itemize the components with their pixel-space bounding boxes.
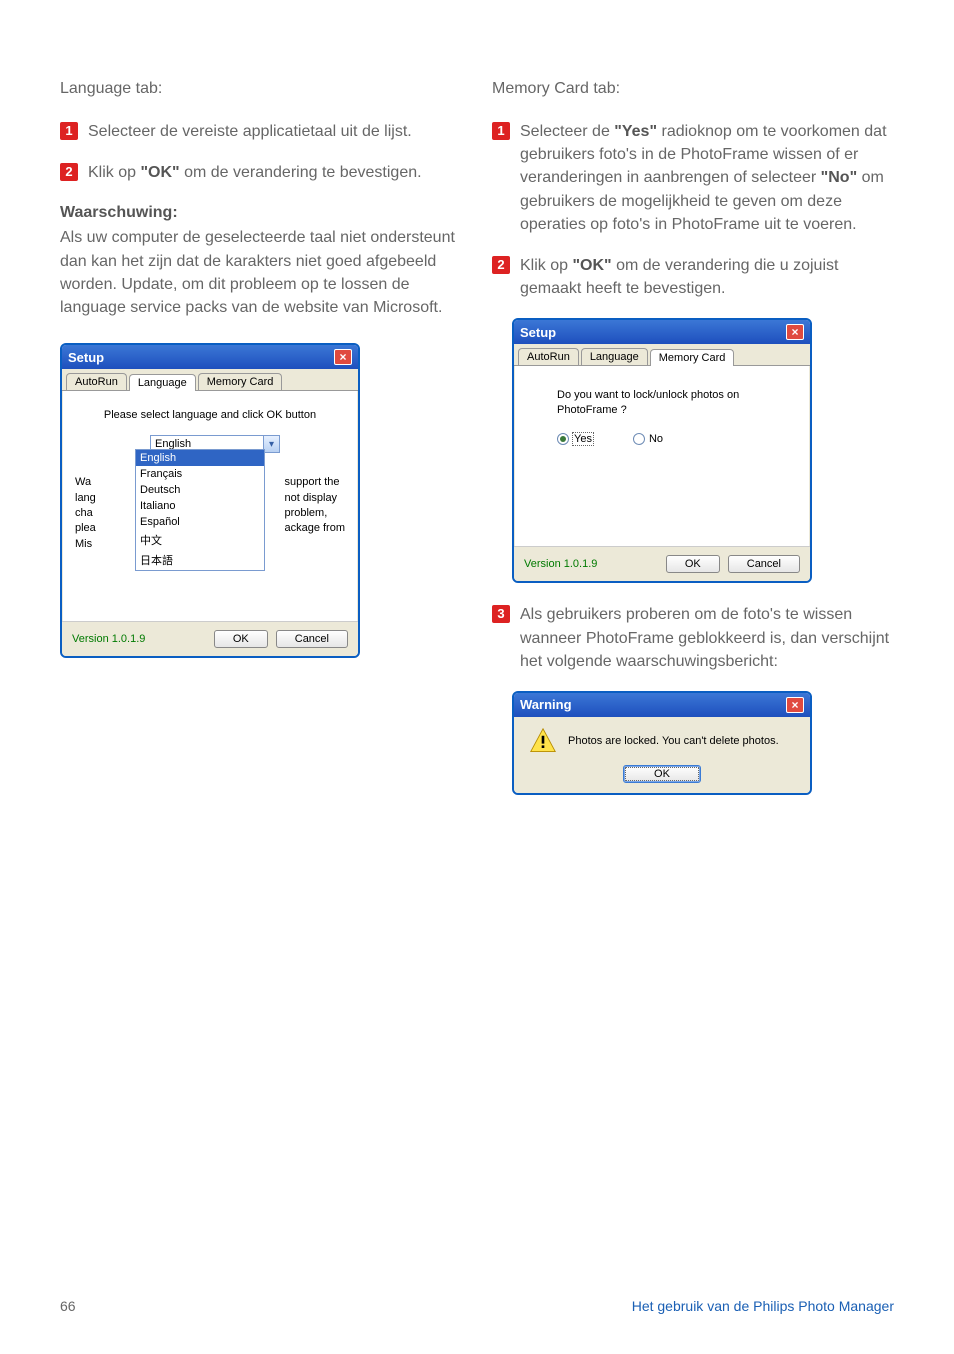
step-number: 2 <box>492 256 510 274</box>
tab-language[interactable]: Language <box>129 374 196 391</box>
version-label: Version 1.0.1.9 <box>524 558 597 570</box>
tab-autorun[interactable]: AutoRun <box>66 373 127 390</box>
step-text: Selecteer de vereiste applicatietaal uit… <box>88 120 412 143</box>
step-number: 1 <box>492 122 510 140</box>
tab-body-language: Please select language and click OK butt… <box>62 391 358 621</box>
step-number: 1 <box>60 122 78 140</box>
tab-memorycard[interactable]: Memory Card <box>650 349 735 366</box>
setup-dialog-language: Setup × AutoRun Language Memory Card Ple… <box>60 343 360 658</box>
dialog-title: Setup <box>68 350 104 365</box>
dialog-title: Warning <box>520 697 572 712</box>
page-footer: 66 Het gebruik van de Philips Photo Mana… <box>60 1298 894 1314</box>
tab-row: AutoRun Language Memory Card <box>514 344 810 366</box>
warning-message: Photos are locked. You can't delete phot… <box>568 735 779 747</box>
cancel-button[interactable]: Cancel <box>276 630 348 648</box>
right-step-2: 2 Klik op "OK" om de verandering die u z… <box>492 254 894 300</box>
language-prompt: Please select language and click OK butt… <box>75 409 345 421</box>
tab-body-memorycard: Do you want to lock/unlock photos on Pho… <box>514 366 810 546</box>
dialog-footer: Version 1.0.1.9 OK Cancel <box>62 621 358 656</box>
version-label: Version 1.0.1.9 <box>72 633 145 645</box>
footer-section: Het gebruik van de Philips Photo Manager <box>632 1298 894 1314</box>
close-icon[interactable]: × <box>334 349 352 365</box>
lang-option[interactable]: Français <box>136 466 264 482</box>
memorycard-tab-heading: Memory Card tab: <box>492 80 894 98</box>
close-icon[interactable]: × <box>786 697 804 713</box>
warning-body: Photos are locked. You can't delete phot… <box>514 717 810 793</box>
left-step-1: 1 Selecteer de vereiste applicatietaal u… <box>60 120 462 143</box>
left-column: Language tab: 1 Selecteer de vereiste ap… <box>60 80 462 815</box>
obscured-text-left: Wa lang cha plea Mis <box>75 475 96 552</box>
dialog-titlebar: Setup × <box>62 345 358 369</box>
step-text: Klik op "OK" om de verandering te bevest… <box>88 161 422 184</box>
right-column: Memory Card tab: 1 Selecteer de "Yes" ra… <box>492 80 894 815</box>
radio-no-label: No <box>649 433 663 445</box>
setup-dialog-memorycard: Setup × AutoRun Language Memory Card Do … <box>512 318 812 583</box>
ok-button[interactable]: OK <box>666 555 720 573</box>
step-number: 2 <box>60 163 78 181</box>
lang-option[interactable]: Italiano <box>136 498 264 514</box>
language-tab-heading: Language tab: <box>60 80 462 98</box>
dialog-titlebar: Setup × <box>514 320 810 344</box>
dialog-footer: Version 1.0.1.9 OK Cancel <box>514 546 810 581</box>
tab-autorun[interactable]: AutoRun <box>518 348 579 365</box>
radio-no[interactable]: No <box>633 433 663 445</box>
lang-option[interactable]: 中文 <box>136 530 264 550</box>
cancel-button[interactable]: Cancel <box>728 555 800 573</box>
lang-option[interactable]: Deutsch <box>136 482 264 498</box>
warning-dialog: Warning × Photos are locked. You can't d… <box>512 691 812 795</box>
radio-yes-label: Yes <box>573 433 593 445</box>
radio-icon <box>633 433 645 445</box>
warning-body: Als uw computer de geselecteerde taal ni… <box>60 226 462 319</box>
step-text: Als gebruikers proberen om de foto's te … <box>520 603 894 673</box>
radio-yes[interactable]: Yes <box>557 433 593 445</box>
close-icon[interactable]: × <box>786 324 804 340</box>
warning-heading: Waarschuwing: <box>60 204 462 222</box>
tab-memorycard[interactable]: Memory Card <box>198 373 283 390</box>
ok-button[interactable]: OK <box>623 765 701 783</box>
right-step-3: 3 Als gebruikers proberen om de foto's t… <box>492 603 894 673</box>
right-step-1: 1 Selecteer de "Yes" radioknop om te voo… <box>492 120 894 236</box>
step-text: Klik op "OK" om de verandering die u zoj… <box>520 254 894 300</box>
step-number: 3 <box>492 605 510 623</box>
tab-language[interactable]: Language <box>581 348 648 365</box>
ok-button[interactable]: OK <box>214 630 268 648</box>
memorycard-question: Do you want to lock/unlock photos on Pho… <box>557 388 797 417</box>
language-dropdown-list[interactable]: English Français Deutsch Italiano Españo… <box>135 449 265 571</box>
lang-option[interactable]: English <box>136 450 264 466</box>
lang-option[interactable]: 日本語 <box>136 550 264 570</box>
tab-row: AutoRun Language Memory Card <box>62 369 358 391</box>
dialog-title: Setup <box>520 325 556 340</box>
left-step-2: 2 Klik op "OK" om de verandering te beve… <box>60 161 462 184</box>
chevron-down-icon[interactable]: ▾ <box>264 435 280 453</box>
obscured-text-right: support the not display problem, ackage … <box>284 475 345 537</box>
dialog-titlebar: Warning × <box>514 693 810 717</box>
radio-icon <box>557 433 569 445</box>
step-text: Selecteer de "Yes" radioknop om te voork… <box>520 120 894 236</box>
warning-icon <box>528 727 558 755</box>
lang-option[interactable]: Español <box>136 514 264 530</box>
page-number: 66 <box>60 1298 76 1314</box>
